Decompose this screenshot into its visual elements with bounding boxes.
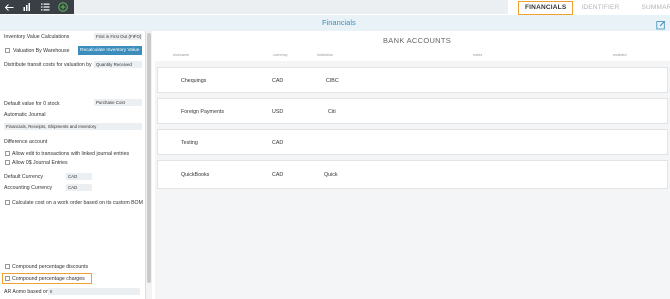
bank-nickname: QuickBooks [181,172,210,178]
difference-account-label: Difference account [4,139,48,145]
column-header-enabled[interactable]: enabled [613,53,627,57]
column-header-nickname[interactable]: nickname [173,53,189,57]
automatic-journal-select[interactable]: Financials, Receipts, Shipments and Inve… [4,123,142,130]
valuation-by-warehouse-label: Valuation By Warehouse [13,48,70,54]
inventory-value-calc-select[interactable]: First in First Out (FIFO) [94,33,142,40]
automatic-journal-label: Automatic Journal [4,112,46,118]
add-circle-icon[interactable] [54,0,72,14]
bank-account-row[interactable]: Testing CAD [157,129,668,155]
list-icon[interactable] [36,0,54,14]
bank-accounts-title: BANK ACCOUNTS [383,36,452,45]
back-arrow-icon[interactable] [0,0,18,14]
bank-institution: Quick [324,172,338,178]
allow-edit-label: Allow edit to transactions with linked j… [12,151,130,157]
bank-currency: USD [272,109,284,115]
bank-account-row[interactable]: Foreign Payments USD Citi [157,98,668,124]
tab-summary[interactable]: SUMMARY [635,1,670,15]
bank-currency: CAD [272,78,284,84]
default-currency-select[interactable]: CAD [66,173,92,180]
compound-discounts-checkbox[interactable] [5,264,10,269]
compound-discounts-label: Compound percentage discounts [12,264,89,270]
compound-charges-label: Compound percentage charges [12,276,85,282]
default-value-select[interactable]: Purchase Cost [94,99,142,106]
bank-nickname: Testing [181,140,198,146]
recalculate-inventory-value-button[interactable]: Recalculate Inventory Value [78,46,142,55]
accounting-currency-label: Accounting Currency [4,185,53,191]
ar-amount-select[interactable]: II [48,288,140,295]
allow-0s-checkbox[interactable] [5,160,10,165]
distribute-transit-label: Distribute transit costs for valuation b… [4,62,92,68]
left-panel-scrollbar[interactable] [146,31,152,299]
distribute-transit-select[interactable]: Quantity Received [94,61,142,68]
bank-currency: CAD [272,172,284,178]
inventory-value-calc-label: Inventory Value Calculations [4,34,70,40]
toolbar-spacer [74,0,508,14]
bank-account-row[interactable]: QuickBooks CAD Quick [157,160,668,189]
valuation-by-warehouse-checkbox[interactable] [5,48,10,53]
bank-accounts-header: BANK ACCOUNTS nickname currency institut… [155,31,670,61]
allow-edit-checkbox[interactable] [5,151,10,156]
column-header-currency[interactable]: currency [273,53,288,57]
bar-chart-icon[interactable] [18,0,36,14]
calculate-cost-label: Calculate cost on a work order based on … [12,200,143,206]
bank-nickname: Foreign Payments [181,109,224,115]
edit-icon[interactable] [656,17,666,30]
section-title-bar: Financials [0,15,670,31]
bank-nickname: Chequings [181,78,207,84]
scrollbar-thumb[interactable] [147,33,151,283]
bank-institution: CIBC [326,78,339,84]
ar-amount-label: AR Aomo based on [4,289,49,295]
bank-account-row[interactable]: Chequings CAD CIBC [157,67,668,93]
tab-financials[interactable]: FINANCIALS [518,0,574,15]
tab-identifier[interactable]: IDENTIFIER [575,1,625,15]
accounting-currency-select[interactable]: CAD [66,184,92,191]
tab-bar: FINANCIALS IDENTIFIER SUMMARY [508,0,670,15]
allow-0s-label: Allow 0$ Journal Entries [12,160,68,166]
financial-settings-panel: Inventory Value Calculations First in Fi… [0,31,146,299]
calculate-cost-checkbox[interactable] [5,200,10,205]
default-currency-label: Default Currency [4,174,43,180]
toolbar [0,0,74,14]
column-header-notes[interactable]: notes [473,53,482,57]
top-bar: FINANCIALS IDENTIFIER SUMMARY [0,0,670,15]
page-title: Financials [322,18,356,27]
default-value-label: Default value for 0 stock [4,101,60,107]
bank-currency: CAD [272,140,284,146]
bank-accounts-panel: BANK ACCOUNTS nickname currency institut… [155,31,670,299]
compound-charges-checkbox[interactable] [5,276,10,281]
bank-institution: Citi [328,109,336,115]
column-header-institution[interactable]: institution [317,53,333,57]
